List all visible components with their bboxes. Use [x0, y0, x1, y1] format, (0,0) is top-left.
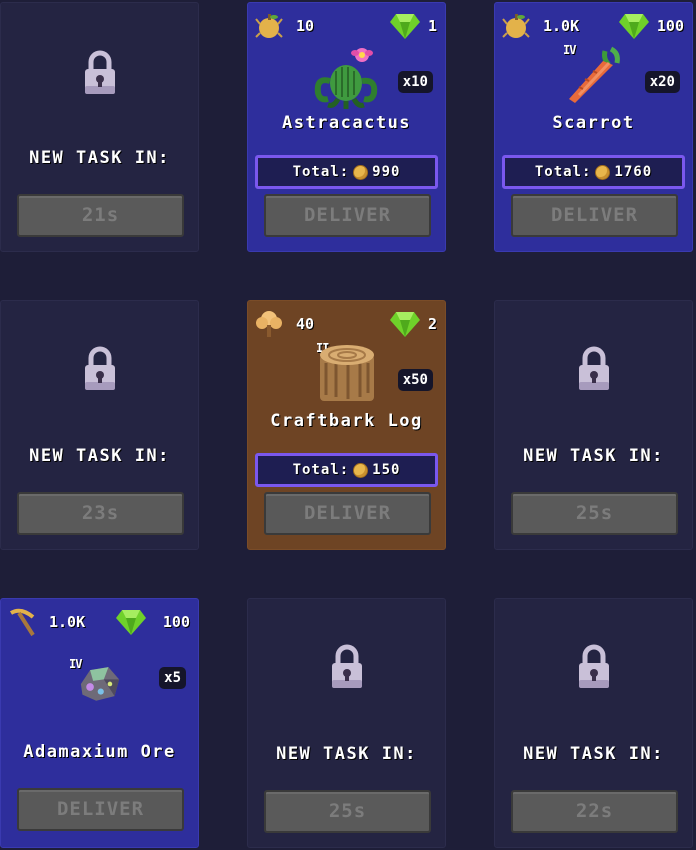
total-label: Total: [534, 164, 592, 180]
item-name: Adamaxium Ore [23, 742, 176, 762]
tree-icon [256, 311, 282, 337]
gem-icon [116, 610, 146, 635]
total-box: Total: 150 [255, 453, 438, 487]
total-value: 1760 [614, 164, 653, 180]
timer-button[interactable]: 21s [17, 194, 184, 237]
resource-value: 1.0K [49, 613, 86, 631]
coin-icon [595, 164, 611, 180]
timer-button[interactable]: 22s [511, 790, 678, 833]
deliver-button[interactable]: DELIVER [17, 788, 184, 831]
total-box: Total: 990 [255, 155, 438, 189]
ore-icon [80, 667, 119, 701]
task-card-adamaxium-ore: 1.0K 100 IV x5 Adamaxium Ore DELIVER [0, 598, 199, 848]
lock-icon [84, 346, 115, 390]
total-value: 150 [372, 462, 401, 478]
timer-button[interactable]: 25s [264, 790, 431, 833]
apple-icon [255, 14, 283, 38]
lock-icon [84, 50, 115, 94]
task-card-locked: NEW TASK IN: 21s [0, 2, 199, 252]
apple-icon [502, 14, 530, 38]
deliver-button[interactable]: DELIVER [511, 194, 678, 237]
task-card-scarrot: 1.0K 100 IV x20 Scarrot Total: 1760 DELI… [494, 2, 693, 252]
cactus-icon [314, 48, 377, 109]
resource-value: 1.0K [543, 17, 580, 35]
gem-value: 100 [162, 613, 190, 631]
task-card-locked: NEW TASK IN: 25s [247, 598, 446, 848]
quantity-badge: x50 [397, 369, 433, 391]
new-task-label: NEW TASK IN: [523, 446, 664, 466]
deliver-button[interactable]: DELIVER [264, 492, 431, 535]
new-task-label: NEW TASK IN: [29, 148, 170, 168]
quantity-badge: x5 [159, 667, 186, 689]
new-task-label: NEW TASK IN: [523, 744, 664, 764]
log-icon [319, 345, 374, 401]
new-task-label: NEW TASK IN: [29, 446, 170, 466]
gem-value: 2 [427, 315, 437, 333]
task-grid: NEW TASK IN: 21s 10 1 x10 Astracactus To… [0, 0, 696, 850]
gem-value: 100 [656, 17, 684, 35]
task-card-craftbark-log: 40 2 II x50 Craftbark Log Total: 150 DEL… [247, 300, 446, 550]
gem-icon [390, 14, 420, 39]
gem-icon [390, 312, 420, 337]
total-label: Total: [292, 164, 350, 180]
total-value: 990 [372, 164, 401, 180]
coin-icon [353, 462, 369, 478]
deliver-button[interactable]: DELIVER [264, 194, 431, 237]
lock-icon [331, 644, 362, 688]
task-card-locked: NEW TASK IN: 25s [494, 300, 693, 550]
carrot-icon [568, 46, 620, 103]
quantity-badge: x20 [644, 71, 680, 93]
gem-icon [619, 14, 649, 39]
new-task-label: NEW TASK IN: [276, 744, 417, 764]
lock-icon [578, 644, 609, 688]
item-name: Scarrot [552, 113, 635, 133]
item-name: Craftbark Log [270, 411, 423, 431]
timer-button[interactable]: 25s [511, 492, 678, 535]
coin-icon [353, 164, 369, 180]
lock-icon [578, 346, 609, 390]
resource-value: 40 [296, 315, 315, 333]
total-box: Total: 1760 [502, 155, 685, 189]
resource-value: 10 [296, 17, 315, 35]
total-label: Total: [292, 462, 350, 478]
gem-value: 1 [427, 17, 437, 35]
quantity-badge: x10 [397, 71, 433, 93]
task-card-astracactus: 10 1 x10 Astracactus Total: 990 DELIVER [247, 2, 446, 252]
item-name: Astracactus [281, 113, 412, 133]
task-card-locked: NEW TASK IN: 23s [0, 300, 199, 550]
timer-button[interactable]: 23s [17, 492, 184, 535]
pickaxe-icon [9, 608, 35, 637]
task-card-locked: NEW TASK IN: 22s [494, 598, 693, 848]
